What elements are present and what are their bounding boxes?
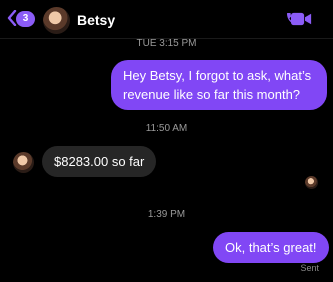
name-redaction	[118, 9, 191, 31]
timestamp: TUE 3:15 PM	[136, 38, 197, 49]
timestamp: 11:50 AM	[145, 123, 188, 134]
contact-avatar[interactable]	[43, 7, 70, 34]
sent-status: Sent	[300, 263, 319, 273]
outgoing-message[interactable]: Hey Betsy, I forgot to ask, what’s reven…	[111, 60, 327, 110]
read-receipt-avatar	[305, 176, 318, 189]
incoming-message[interactable]: $8283.00 so far	[42, 146, 157, 177]
unread-count-badge[interactable]: 3	[16, 11, 35, 27]
outgoing-message[interactable]: Ok, that’s great!	[213, 232, 329, 263]
contact-name[interactable]: Betsy	[77, 12, 115, 28]
video-camera-icon[interactable]	[291, 12, 312, 26]
timestamp: 1:39 PM	[147, 209, 186, 220]
chat-header: 3 Betsy	[0, 0, 333, 39]
contact-avatar-small[interactable]	[13, 152, 34, 173]
